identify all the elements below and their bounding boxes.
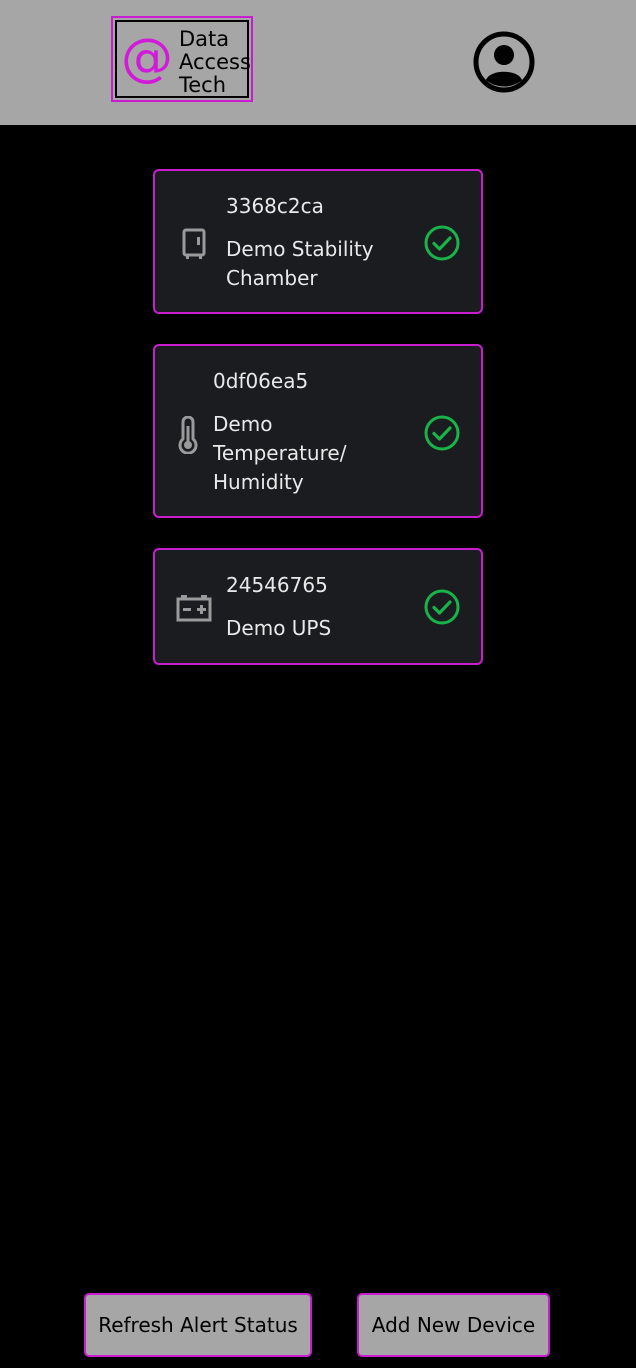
app-page: @ Data Access Tech 3368c2ca Demo Stabili… <box>0 0 636 1368</box>
device-card[interactable]: 24546765 Demo UPS <box>153 548 483 665</box>
device-name: Demo Stability Chamber <box>226 235 374 293</box>
header-bar: @ Data Access Tech <box>0 0 636 125</box>
device-id: 0df06ea5 <box>213 369 309 393</box>
device-name-line: Humidity <box>213 470 304 494</box>
logo-frame: @ Data Access Tech <box>115 20 251 98</box>
device-name-line: Demo UPS <box>226 616 332 640</box>
check-circle-icon <box>423 414 461 452</box>
device-name: Demo Temperature/ Humidity <box>213 410 346 497</box>
device-name-line: Demo Stability <box>226 237 374 261</box>
logo-at-symbol: @ <box>121 28 173 88</box>
add-new-device-button[interactable]: Add New Device <box>357 1293 550 1357</box>
device-id: 24546765 <box>226 573 328 597</box>
device-card[interactable]: 3368c2ca Demo Stability Chamber <box>153 169 483 314</box>
device-name-line: Temperature/ <box>213 441 347 465</box>
device-name-line: Demo <box>213 412 273 436</box>
chamber-icon <box>182 228 206 264</box>
logo-line-3: Tech <box>179 73 227 97</box>
check-circle-icon <box>423 588 461 626</box>
device-name: Demo UPS <box>226 614 331 643</box>
device-card[interactable]: 0df06ea5 Demo Temperature/ Humidity <box>153 344 483 518</box>
device-name-line: Chamber <box>226 266 318 290</box>
thermometer-icon <box>177 415 199 458</box>
device-id: 3368c2ca <box>226 194 324 218</box>
refresh-alert-status-button[interactable]: Refresh Alert Status <box>84 1293 312 1357</box>
user-circle-icon[interactable] <box>473 31 535 93</box>
logo-line-1: Data <box>179 27 230 51</box>
logo[interactable]: @ Data Access Tech <box>111 16 253 102</box>
battery-icon <box>176 594 212 626</box>
logo-text: Data Access Tech <box>179 28 251 97</box>
logo-line-2: Access <box>179 50 251 74</box>
check-circle-icon <box>423 224 461 262</box>
